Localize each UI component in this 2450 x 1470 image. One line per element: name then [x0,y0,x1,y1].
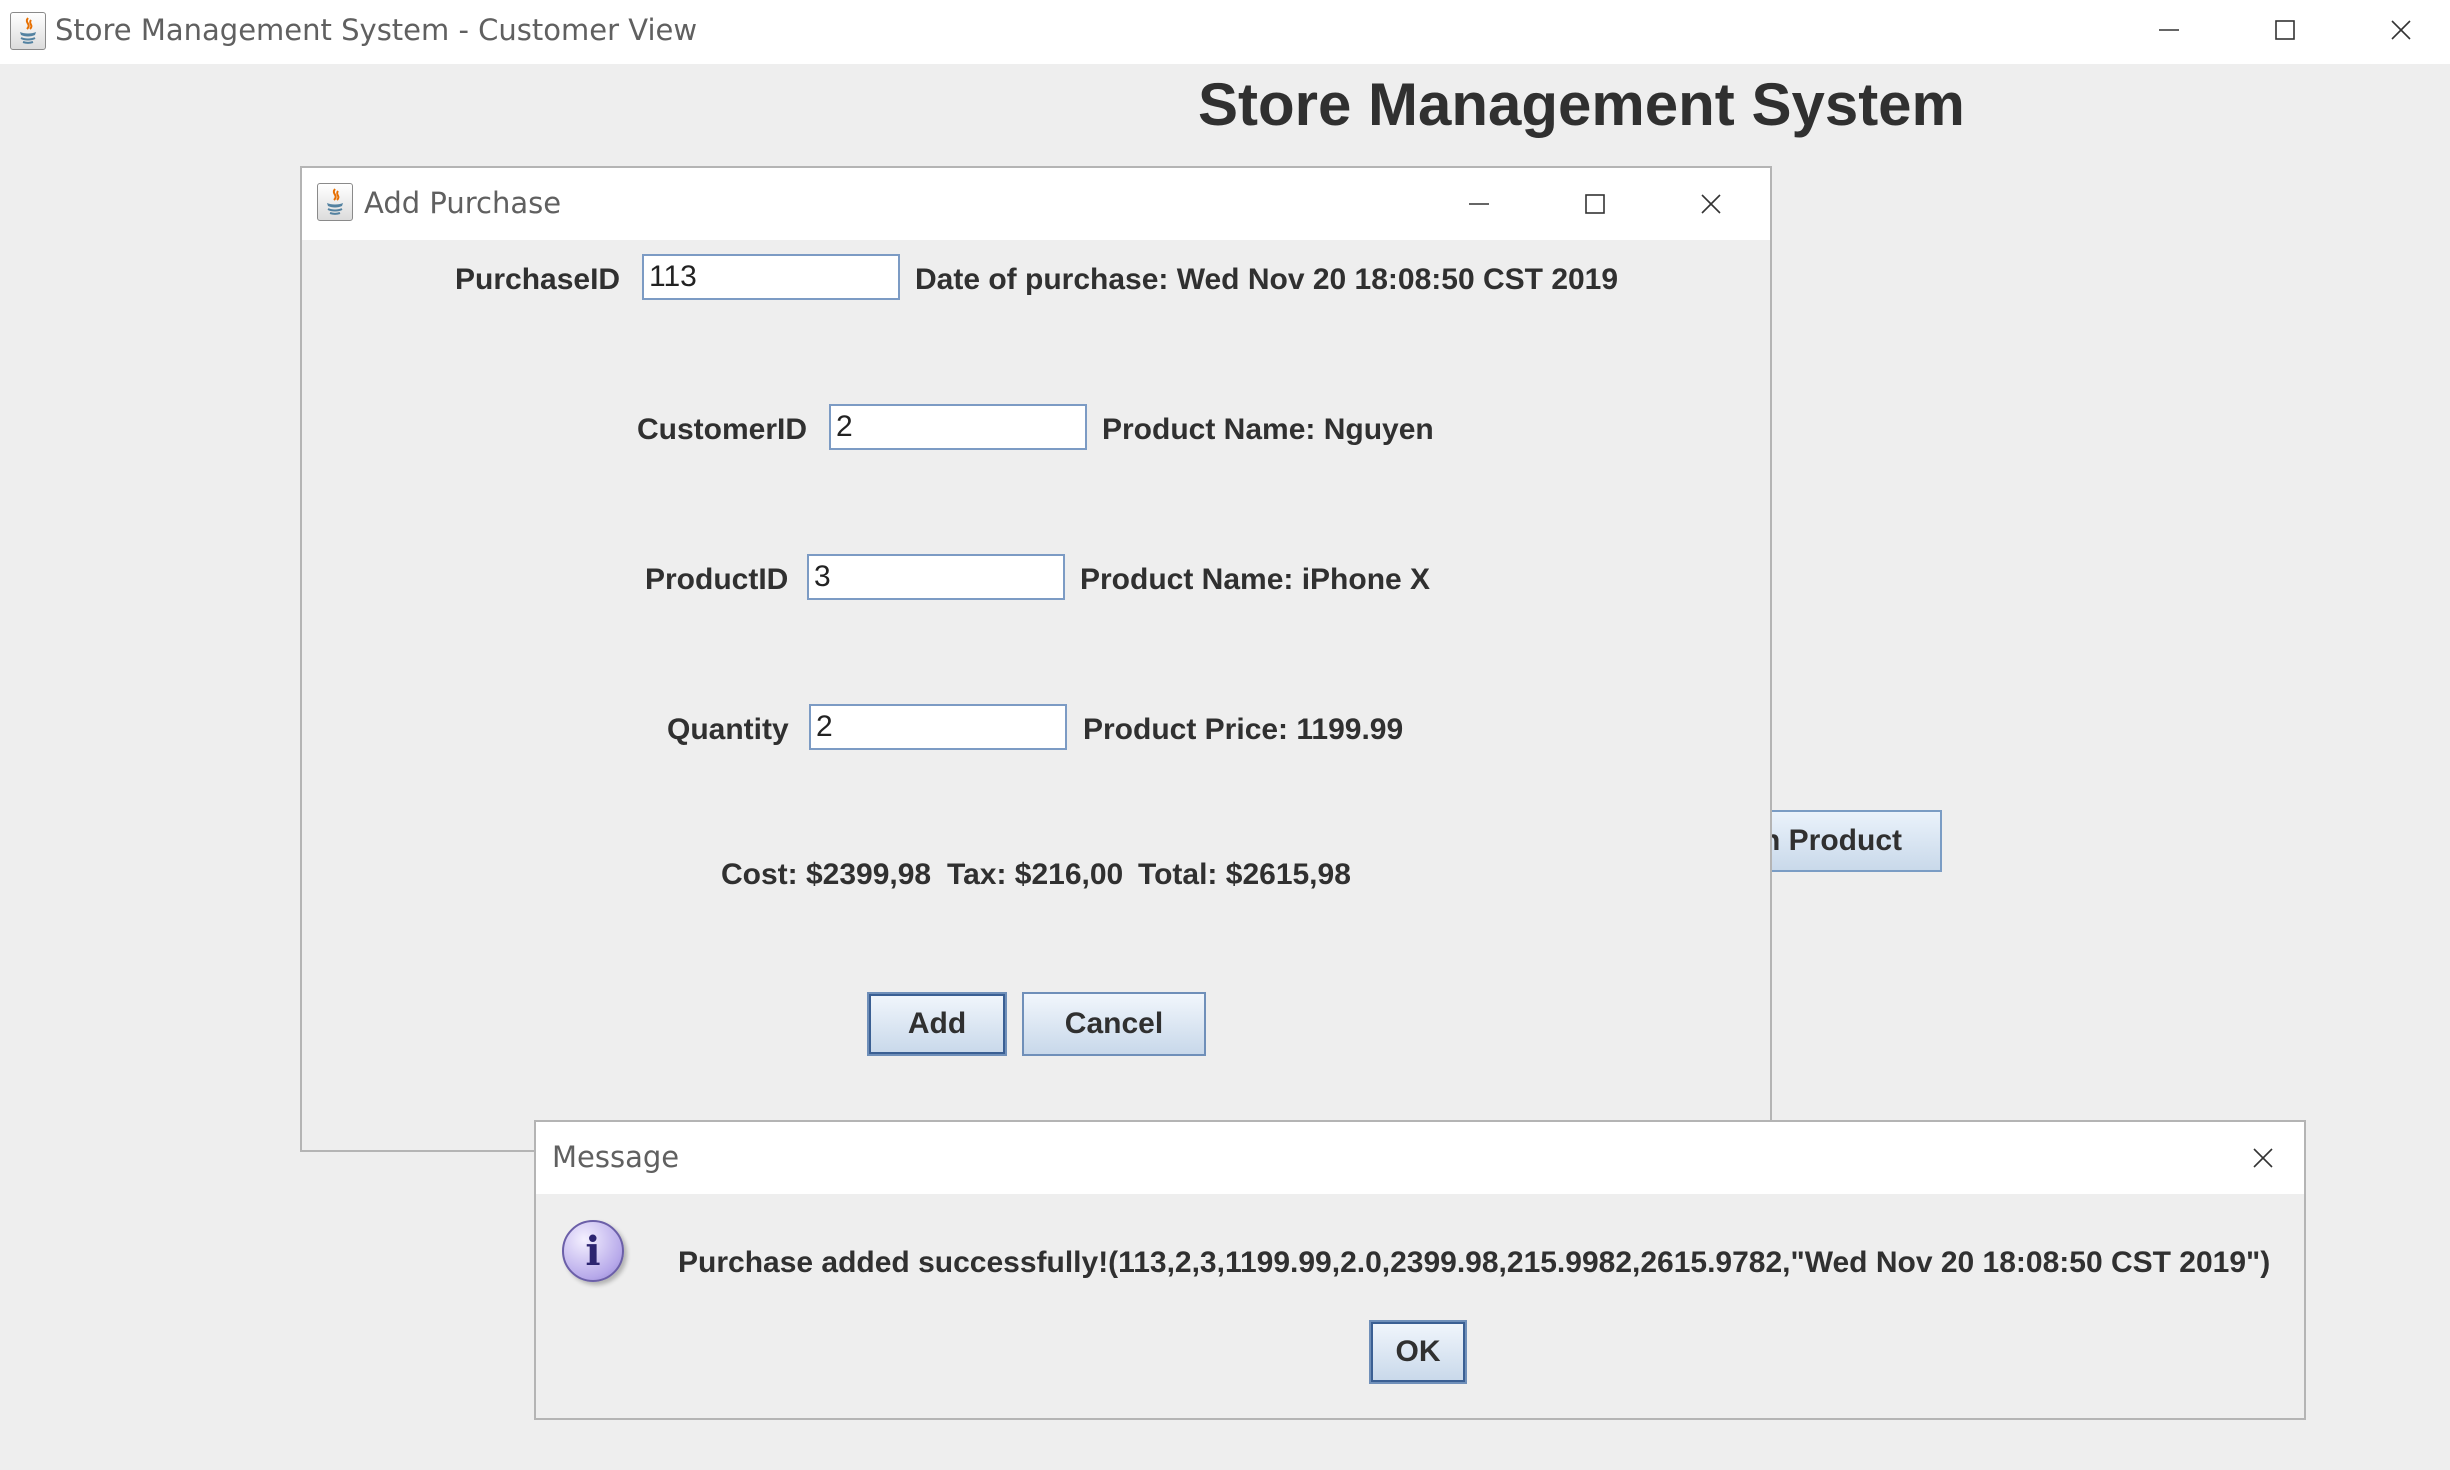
add-button[interactable]: Add [867,992,1007,1056]
quantity-field[interactable] [809,704,1067,750]
message-dialog: Message i Purchase added successfully!(1… [534,1120,2306,1420]
message-text: Purchase added successfully!(113,2,3,119… [678,1246,2271,1279]
cost-text: Cost: $2399,98 [721,858,932,891]
message-title: Message [552,1140,680,1174]
product-id-field[interactable] [807,554,1065,600]
total-text: Total: $2615,98 [1138,858,1351,891]
quantity-label: Quantity [667,713,789,746]
close-icon [2253,1148,2273,1168]
page-title: Store Management System [1198,71,1965,138]
product-price-text: Product Price: 1199.99 [1083,713,1404,746]
message-close-button[interactable] [2228,1128,2298,1188]
date-of-purchase-text: Date of purchase: Wed Nov 20 18:08:50 CS… [915,263,1619,296]
customer-name-text: Product Name: Nguyen [1102,413,1434,446]
cancel-button[interactable]: Cancel [1022,992,1206,1056]
customer-id-label: CustomerID [637,413,808,446]
minimize-icon [2159,29,2179,31]
main-window-title: Store Management System - Customer View [55,13,698,47]
purchase-id-label: PurchaseID [455,263,621,296]
dialog-minimize-button[interactable] [1444,174,1514,234]
dialog-close-button[interactable] [1676,174,1746,234]
tax-text: Tax: $216,00 [947,858,1124,891]
customer-id-field[interactable] [829,404,1087,450]
info-icon: i [562,1220,624,1282]
add-purchase-titlebar[interactable]: Add Purchase [302,168,1770,240]
add-purchase-dialog: Add Purchase PurchaseID Date of purchase… [300,166,1772,1152]
minimize-button[interactable] [2134,0,2204,60]
maximize-button[interactable] [2250,0,2320,60]
add-purchase-title: Add Purchase [364,186,562,220]
main-window-titlebar[interactable]: Store Management System - Customer View [0,0,2450,64]
maximize-icon [2275,20,2295,40]
close-icon [1701,194,1721,214]
product-name-text: Product Name: iPhone X [1080,563,1431,596]
maximize-icon [1585,194,1605,214]
ok-button[interactable]: OK [1369,1320,1467,1384]
close-icon [2391,20,2411,40]
minimize-icon [1469,203,1489,205]
close-button[interactable] [2366,0,2436,60]
message-titlebar[interactable]: Message [536,1122,2304,1194]
dialog-maximize-button[interactable] [1560,174,1630,234]
product-id-label: ProductID [645,563,789,596]
java-app-icon [10,12,46,50]
purchase-id-field[interactable] [642,254,900,300]
java-app-icon [317,183,353,221]
